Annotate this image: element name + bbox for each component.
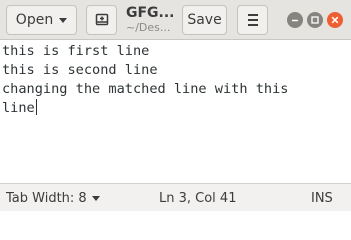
window-title-block: GFG... ~/Des... bbox=[126, 5, 178, 37]
open-button[interactable]: Open bbox=[6, 5, 77, 35]
chevron-down-icon bbox=[59, 17, 68, 23]
chevron-down-icon bbox=[91, 196, 100, 201]
header-bar: Open GFG... ~/Des... Save bbox=[0, 0, 351, 40]
minimize-button[interactable] bbox=[287, 12, 303, 28]
editor-line: this is first line bbox=[2, 43, 150, 59]
maximize-button[interactable] bbox=[307, 12, 323, 28]
status-bar: Tab Width: 8 Ln 3, Col 41 INS bbox=[0, 183, 351, 211]
hamburger-menu-icon-bar bbox=[247, 19, 258, 21]
insert-mode-indicator[interactable]: INS bbox=[311, 191, 333, 206]
cursor-position-label: Ln 3, Col 41 bbox=[159, 191, 237, 206]
new-document-icon bbox=[95, 13, 108, 26]
new-tab-button[interactable] bbox=[86, 5, 117, 35]
editor-line: this is second line bbox=[2, 62, 158, 78]
close-icon bbox=[331, 16, 339, 24]
text-editor-window: Open GFG... ~/Des... Save this is first … bbox=[0, 0, 351, 211]
hamburger-menu-icon bbox=[247, 14, 258, 16]
save-button[interactable]: Save bbox=[182, 5, 227, 35]
document-title: GFG... bbox=[126, 5, 175, 21]
save-button-label: Save bbox=[187, 12, 222, 28]
editor-line-text: line bbox=[2, 100, 35, 116]
open-button-label: Open bbox=[15, 12, 54, 28]
hamburger-menu-icon-bar bbox=[247, 24, 258, 26]
tab-width-label: Tab Width: 8 bbox=[6, 191, 87, 206]
minimize-icon bbox=[292, 19, 298, 22]
text-editor-area[interactable]: this is first line this is second line c… bbox=[0, 40, 351, 183]
insert-mode-label: INS bbox=[311, 191, 333, 206]
menu-button[interactable] bbox=[237, 5, 268, 35]
text-cursor bbox=[35, 99, 37, 115]
close-button[interactable] bbox=[327, 12, 343, 28]
tab-width-selector[interactable]: Tab Width: 8 bbox=[6, 191, 100, 206]
maximize-icon bbox=[311, 16, 319, 24]
cursor-position: Ln 3, Col 41 bbox=[159, 191, 236, 206]
editor-line-with-cursor: line bbox=[2, 99, 351, 118]
document-path: ~/Des... bbox=[126, 21, 171, 34]
editor-line: changing the matched line with this bbox=[2, 81, 289, 97]
